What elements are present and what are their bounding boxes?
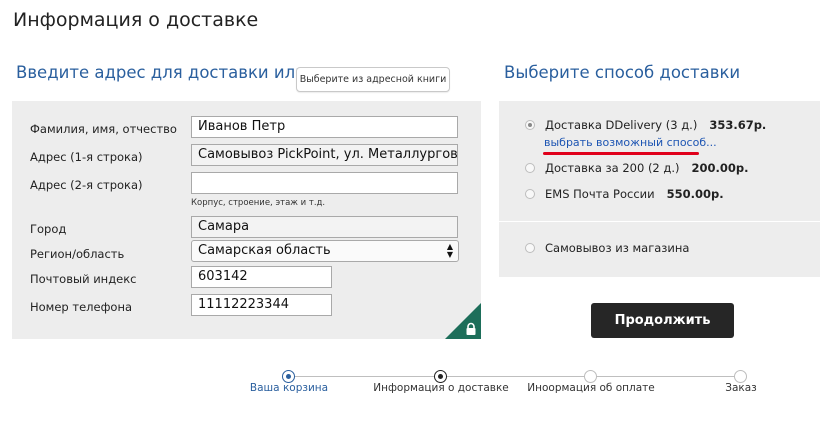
shipping-option-label: EMS Почта России <box>545 187 655 201</box>
phone-field[interactable]: 11112223344 <box>191 294 332 316</box>
address-form: Фамилия, имя, отчество Иванов Петр Адрес… <box>12 101 481 339</box>
lock-icon <box>466 322 476 335</box>
step-order-label: Заказ <box>725 382 757 394</box>
address2-label: Адрес (2-я строка) <box>30 178 143 192</box>
zip-label: Почтовый индекс <box>30 272 137 286</box>
choose-method-link[interactable]: выбрать возможный способ... <box>544 136 717 149</box>
radio-button[interactable] <box>525 189 535 199</box>
continue-button[interactable]: Продолжить <box>591 303 734 338</box>
address1-field[interactable]: Самовывоз PickPoint, ул. Металлургов, <box>191 144 458 166</box>
shipping-option-label: Доставка DDelivery (3 д.) <box>545 118 698 132</box>
step-payment-label: Инoормация об оплате <box>527 382 655 394</box>
select-arrows-icon: ▲ ▼ <box>446 242 453 259</box>
shipping-option-ddelivery[interactable]: Доставка DDelivery (3 д.) 353.67р. <box>525 118 766 132</box>
phone-label: Номер телефона <box>30 300 133 314</box>
radio-button[interactable] <box>525 243 535 253</box>
shipping-option-price: 200.00р. <box>691 161 749 175</box>
shipping-heading: Выберите способ доставки <box>504 63 741 82</box>
page-title: Информация о доставке <box>13 9 259 31</box>
shipping-options: Доставка DDelivery (3 д.) 353.67р. выбра… <box>499 101 820 277</box>
city-field[interactable]: Самара <box>191 216 458 238</box>
address-book-button[interactable]: Выберите из адресной книги <box>296 67 450 92</box>
city-label: Город <box>30 222 67 236</box>
shipping-option-200[interactable]: Доставка за 200 (2 д.) 200.00р. <box>525 161 748 175</box>
shipping-option-label: Самовывоз из магазина <box>545 241 690 255</box>
checkout-progress: Ваша корзина Информация о доставке Инoор… <box>0 360 840 420</box>
progress-line <box>289 376 741 377</box>
region-select-value: Самарская область <box>198 243 331 258</box>
radio-button[interactable] <box>525 163 535 173</box>
highlight-underline <box>543 152 699 155</box>
shipping-option-ems[interactable]: EMS Почта России 550.00р. <box>525 187 724 201</box>
region-select[interactable]: Самарская область ▲ ▼ <box>191 240 459 262</box>
shipping-option-price: 550.00р. <box>666 187 724 201</box>
divider <box>499 221 820 222</box>
step-delivery-label: Информация о доставке <box>373 382 509 394</box>
radio-button[interactable] <box>525 120 535 130</box>
shipping-option-price: 353.67р. <box>709 118 767 132</box>
zip-field[interactable]: 603142 <box>191 266 332 288</box>
address1-label: Адрес (1-я строка) <box>30 150 143 164</box>
address2-hint: Корпус, строение, этаж и т.д. <box>191 198 326 208</box>
address2-field[interactable] <box>191 172 458 194</box>
shipping-option-pickup[interactable]: Самовывоз из магазина <box>525 241 689 255</box>
step-cart-label[interactable]: Ваша корзина <box>250 382 328 394</box>
name-label: Фамилия, имя, отчество <box>30 122 177 136</box>
shipping-option-label: Доставка за 200 (2 д.) <box>545 161 680 175</box>
address-heading: Введите адрес для доставки или <box>16 63 306 82</box>
region-label: Регион/область <box>30 247 125 261</box>
name-field[interactable]: Иванов Петр <box>191 116 458 138</box>
